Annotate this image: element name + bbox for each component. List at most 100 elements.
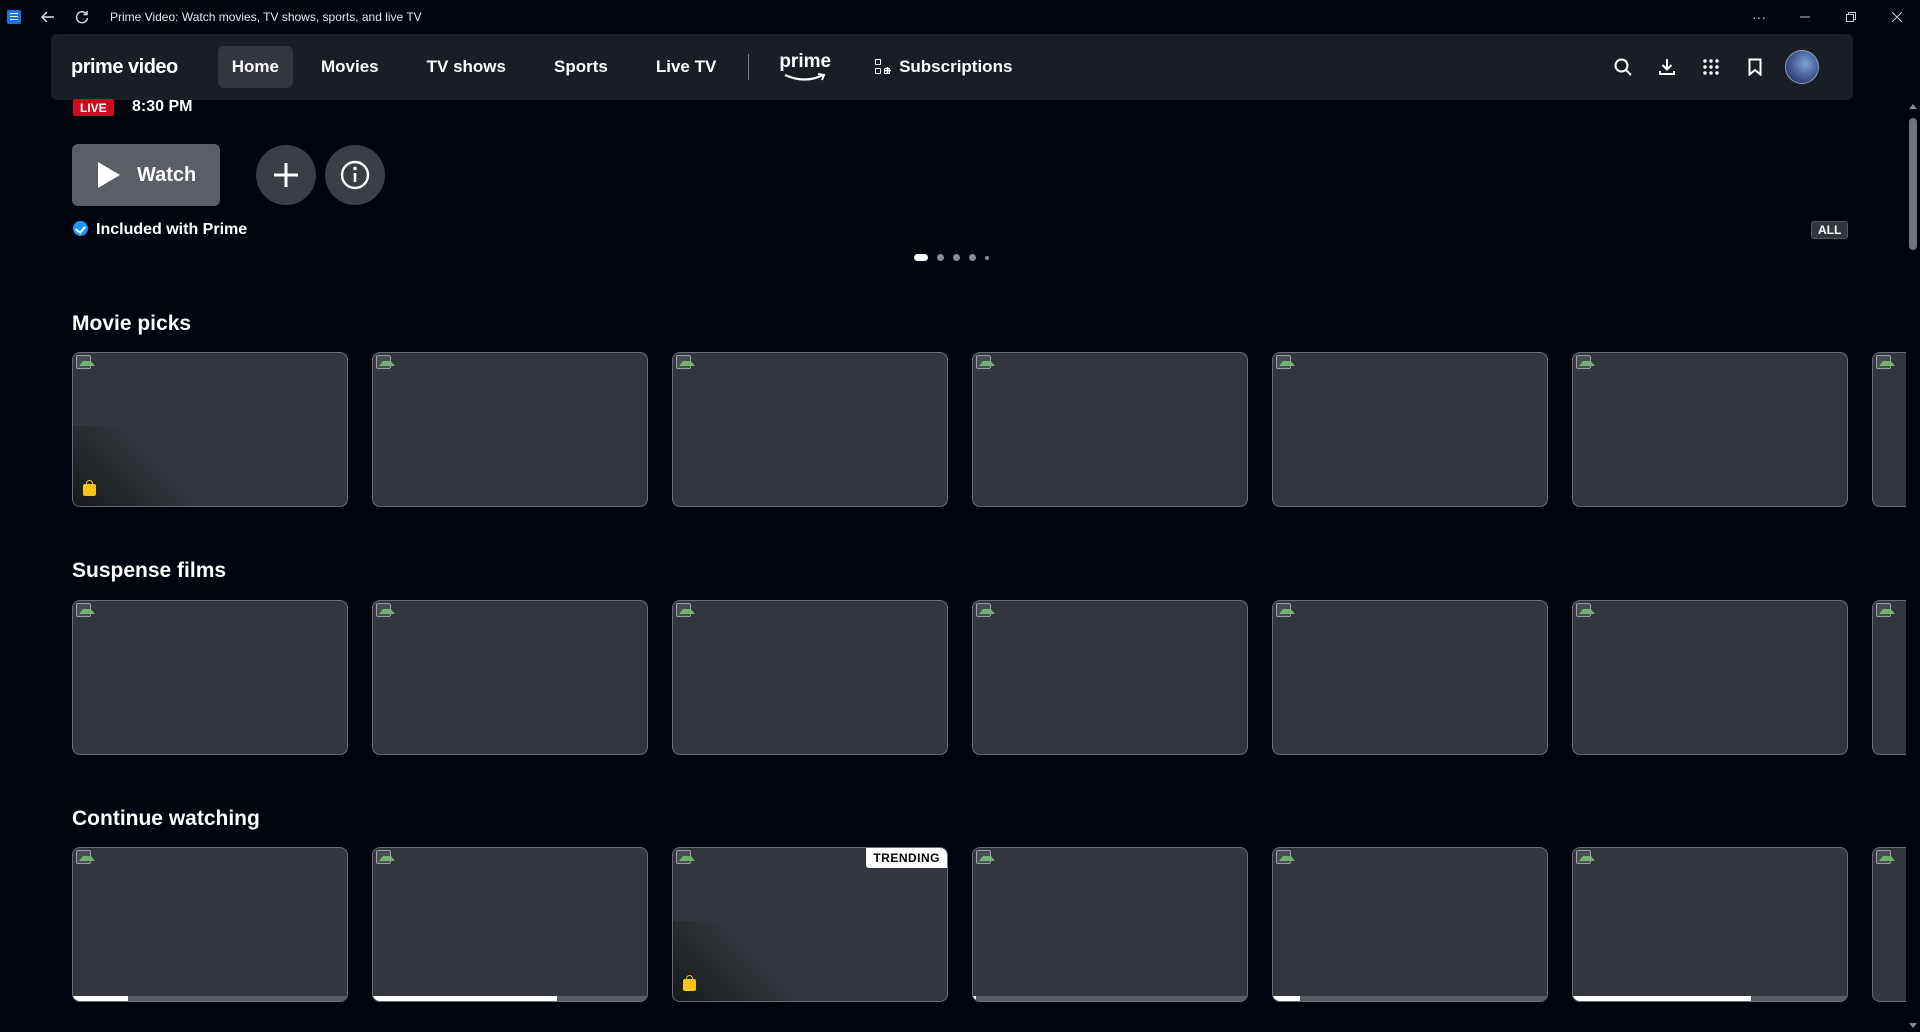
restore-icon[interactable]	[1828, 0, 1874, 33]
nav-subscriptions[interactable]: Subscriptions	[875, 57, 1012, 77]
carousel-dot[interactable]	[937, 254, 944, 261]
rating-badge: ALL	[1811, 221, 1849, 239]
broken-image-icon	[1276, 355, 1295, 369]
back-icon[interactable]	[36, 5, 60, 29]
download-icon[interactable]	[1645, 45, 1689, 89]
carousel-dot[interactable]	[985, 255, 989, 260]
title-card[interactable]	[672, 352, 948, 507]
title-card[interactable]	[72, 847, 348, 1002]
nav-tv-shows[interactable]: TV shows	[413, 46, 520, 88]
title-card[interactable]	[1272, 847, 1548, 1002]
prime-logo[interactable]: prime	[779, 50, 832, 82]
window-title: Prime Video: Watch movies, TV shows, spo…	[110, 9, 422, 24]
title-card[interactable]	[1272, 600, 1548, 755]
watch-progress-fill	[373, 996, 557, 1001]
watch-progress-bar	[973, 996, 1247, 1001]
live-time: 8:30 PM	[132, 98, 193, 115]
title-card[interactable]	[972, 600, 1248, 755]
broken-image-icon	[1576, 850, 1595, 864]
title-card[interactable]: TRENDING	[672, 847, 948, 1002]
title-card[interactable]	[1572, 847, 1848, 1002]
details-button[interactable]	[325, 145, 385, 205]
title-card[interactable]	[972, 847, 1248, 1002]
prime-logo-text: prime	[779, 50, 832, 72]
title-card[interactable]	[72, 600, 348, 755]
scroll-thumb[interactable]	[1909, 118, 1917, 250]
row-title[interactable]: Suspense films	[72, 559, 226, 583]
broken-image-icon	[376, 603, 395, 617]
watch-progress-fill	[973, 996, 976, 1001]
broken-image-icon	[376, 355, 395, 369]
bookmark-icon[interactable]	[1733, 45, 1777, 89]
included-with-prime: Included with Prime	[73, 220, 247, 239]
apps-grid-icon[interactable]	[1689, 45, 1733, 89]
info-icon	[340, 160, 370, 190]
broken-image-icon	[676, 850, 695, 864]
more-options-icon[interactable]: ···	[1736, 0, 1782, 33]
vertical-scrollbar[interactable]	[1906, 100, 1920, 1032]
row-title[interactable]: Continue watching	[72, 807, 260, 831]
close-icon[interactable]	[1874, 0, 1920, 33]
carousel-dot[interactable]	[953, 254, 960, 261]
window-titlebar: Prime Video: Watch movies, TV shows, spo…	[0, 0, 1920, 33]
scroll-down-arrow[interactable]	[1909, 1023, 1917, 1028]
top-navbar: prime video Home Movies TV shows Sports …	[51, 34, 1853, 100]
broken-image-icon	[1876, 355, 1895, 369]
live-badge: LIVE	[73, 99, 114, 116]
title-card[interactable]	[372, 600, 648, 755]
watch-button[interactable]: Watch	[72, 144, 220, 206]
broken-image-icon	[1276, 850, 1295, 864]
watch-progress-bar	[73, 996, 347, 1001]
title-card[interactable]	[1872, 847, 1906, 1002]
carousel-dot[interactable]	[969, 254, 976, 261]
broken-image-icon	[976, 850, 995, 864]
title-card[interactable]	[972, 352, 1248, 507]
broken-image-icon	[676, 603, 695, 617]
broken-image-icon	[676, 355, 695, 369]
broken-image-icon	[1876, 850, 1895, 864]
store-bag-icon	[83, 480, 96, 496]
carousel-indicator	[914, 254, 998, 261]
row-title[interactable]: Movie picks	[72, 312, 191, 336]
play-icon	[98, 162, 120, 188]
watch-progress-fill	[1573, 996, 1752, 1001]
nav-sports[interactable]: Sports	[540, 46, 622, 88]
watch-progress-fill	[73, 996, 128, 1001]
reload-icon[interactable]	[70, 5, 94, 29]
watch-label: Watch	[137, 163, 197, 186]
watch-progress-bar	[1573, 996, 1847, 1001]
broken-image-icon	[376, 850, 395, 864]
broken-image-icon	[1276, 603, 1295, 617]
plus-icon	[274, 163, 298, 187]
nav-live-tv[interactable]: Live TV	[642, 46, 730, 88]
broken-image-icon	[976, 603, 995, 617]
title-card[interactable]	[1872, 600, 1906, 755]
broken-image-icon	[76, 850, 95, 864]
title-card[interactable]	[672, 600, 948, 755]
add-to-watchlist-button[interactable]	[256, 145, 316, 205]
broken-image-icon	[976, 355, 995, 369]
broken-image-icon	[1576, 355, 1595, 369]
scroll-up-arrow[interactable]	[1909, 104, 1917, 109]
minimize-icon[interactable]	[1782, 0, 1828, 33]
nav-home[interactable]: Home	[217, 46, 293, 88]
title-card[interactable]	[72, 352, 348, 507]
profile-avatar[interactable]	[1785, 50, 1819, 84]
title-card[interactable]	[1272, 352, 1548, 507]
title-card[interactable]	[1872, 352, 1906, 507]
carousel-dot[interactable]	[914, 254, 928, 261]
watch-progress-fill	[1273, 996, 1301, 1001]
title-card[interactable]	[1572, 600, 1848, 755]
watch-progress-bar	[1273, 996, 1547, 1001]
title-card[interactable]	[372, 352, 648, 507]
title-card[interactable]	[1572, 352, 1848, 507]
prime-video-logo[interactable]: prime video	[71, 56, 178, 79]
store-bag-icon	[683, 975, 696, 991]
app-icon	[7, 9, 21, 24]
subscriptions-label: Subscriptions	[899, 57, 1013, 76]
grid-plus-icon	[875, 59, 892, 75]
nav-movies[interactable]: Movies	[307, 46, 393, 88]
search-icon[interactable]	[1601, 45, 1645, 89]
smile-arrow-icon	[784, 72, 826, 81]
title-card[interactable]	[372, 847, 648, 1002]
